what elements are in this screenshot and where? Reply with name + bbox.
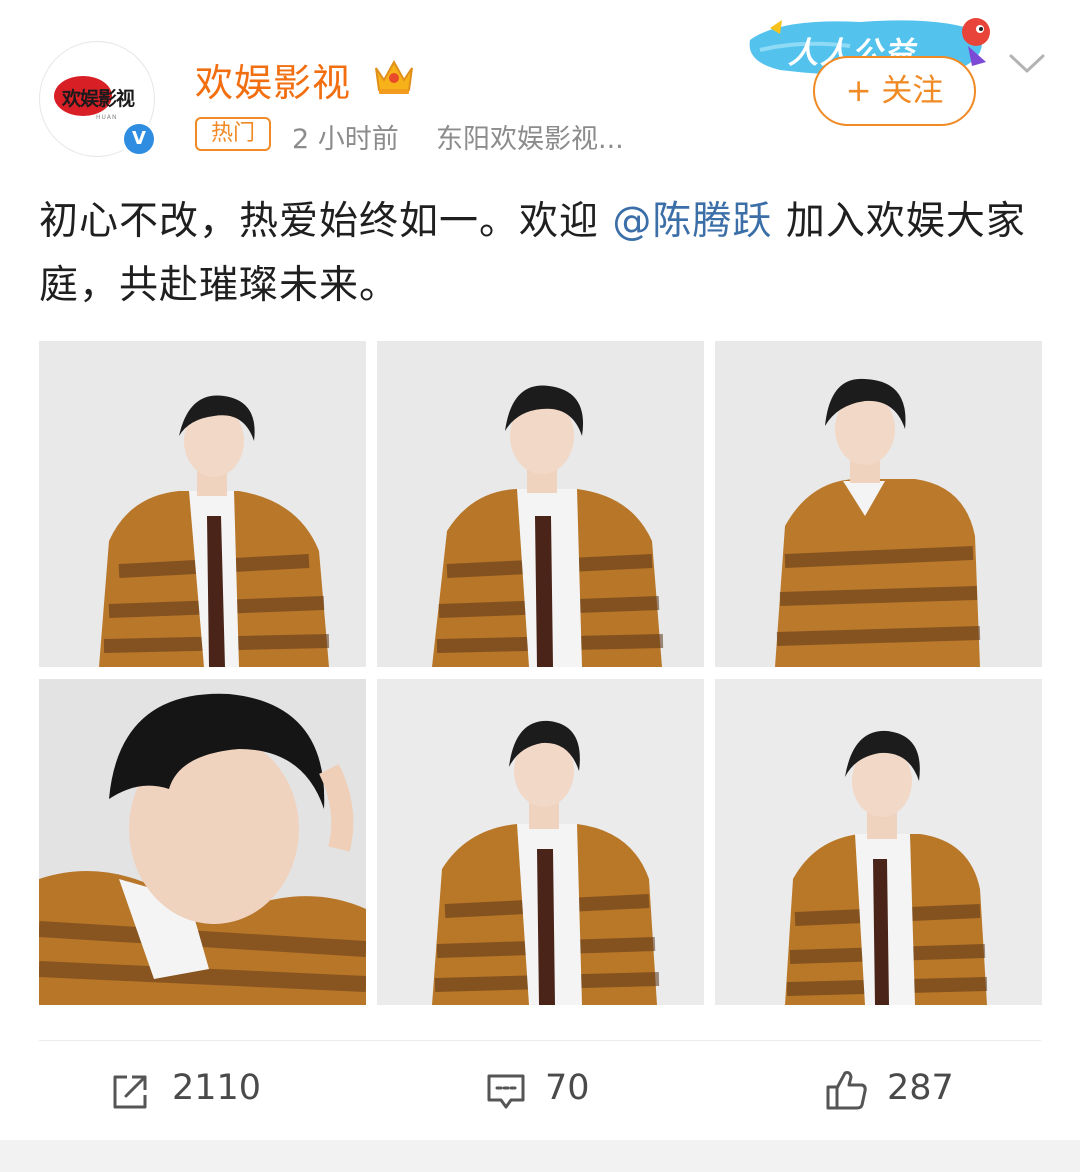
repost-button[interactable]: 2110 (110, 1062, 270, 1118)
weibo-post-card: 欢娱影视 HUAN V 欢娱影视 热门 2 小时前 东阳欢娱影视... 人人公益… (0, 0, 1080, 1172)
repost-count: 2110 (172, 1068, 262, 1108)
comment-count: 70 (545, 1068, 590, 1108)
post-photo-6[interactable] (715, 679, 1042, 1005)
share-icon (113, 1075, 147, 1109)
comment-icon (487, 1074, 525, 1109)
post-time: 2 小时前 (292, 124, 399, 155)
mention-link[interactable]: @陈腾跃 (612, 199, 772, 244)
chevron-down-icon[interactable] (1008, 52, 1046, 76)
post-photo-1[interactable] (39, 341, 366, 667)
like-count: 287 (887, 1068, 954, 1108)
thumbs-up-icon (826, 1071, 867, 1110)
brand-logo: 欢娱影视 HUAN (48, 76, 148, 121)
post-text-before: 初心不改，热爱始终如一。欢迎 (39, 199, 613, 244)
bottom-separator (0, 1140, 1080, 1172)
post-photo-5[interactable] (377, 679, 704, 1005)
post-photo-2[interactable] (377, 341, 704, 667)
post-source: 东阳欢娱影视... (436, 124, 624, 155)
post-body: 初心不改，热爱始终如一。欢迎 @陈腾跃 加入欢娱大家庭，共赴璀璨未来。 (39, 190, 1039, 318)
hot-tag: 热门 (195, 117, 271, 151)
crown-icon (375, 59, 413, 94)
account-name[interactable]: 欢娱影视 (195, 52, 351, 107)
divider (39, 1040, 1041, 1041)
post-photo-3[interactable] (715, 341, 1042, 667)
follow-button[interactable]: + 关注 (813, 56, 976, 126)
post-photo-4[interactable] (39, 679, 366, 1005)
brand-logo-subtext: HUAN (96, 114, 118, 121)
verified-badge-icon: V (120, 120, 158, 158)
comment-button[interactable]: 70 (485, 1062, 605, 1118)
brand-logo-text: 欢娱影视 (61, 88, 135, 110)
like-button[interactable]: 287 (825, 1062, 965, 1118)
